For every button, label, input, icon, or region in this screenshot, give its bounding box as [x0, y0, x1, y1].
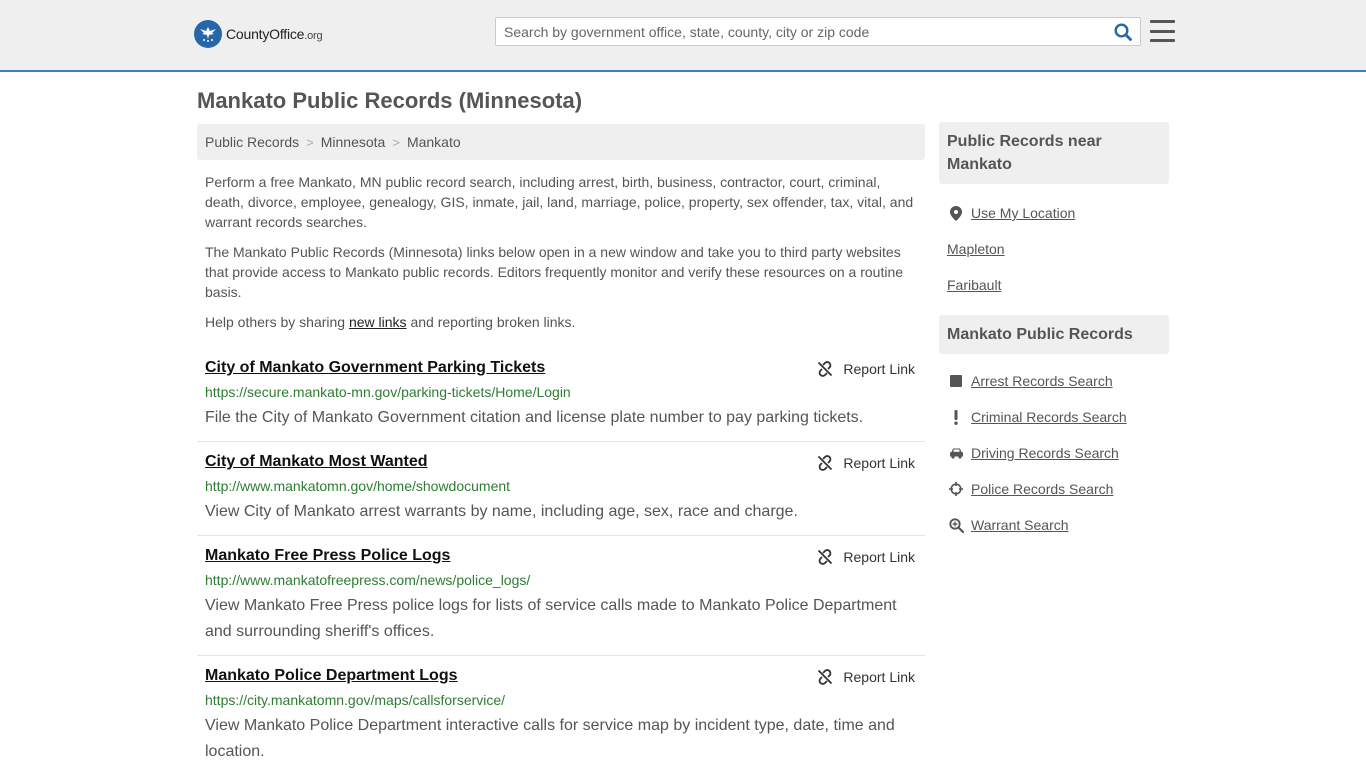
breadcrumb: Public Records > Minnesota > Mankato — [197, 124, 925, 160]
arrest-records-link[interactable]: Arrest Records Search — [971, 373, 1113, 389]
nearby-list: Use My Location Mapleton Faribault — [939, 184, 1169, 315]
sidebar-item-driving: Driving Records Search — [947, 435, 1161, 471]
report-link-label: Report Link — [843, 455, 915, 471]
new-links-link[interactable]: new links — [349, 314, 407, 330]
record-description: View City of Mankato arrest warrants by … — [205, 503, 798, 520]
square-icon — [947, 375, 965, 387]
search-icon — [1114, 22, 1132, 41]
exclamation-icon — [947, 409, 965, 425]
record-url: https://secure.mankato-mn.gov/parking-ti… — [205, 384, 571, 400]
record-description: View Mankato Free Press police logs for … — [205, 597, 897, 640]
logo-text: CountyOffice.org — [226, 26, 323, 42]
report-link-label: Report Link — [843, 669, 915, 685]
search-plus-icon — [947, 517, 965, 533]
sidebar-item-warrant: Warrant Search — [947, 507, 1161, 543]
intro-help-text-end: and reporting broken links. — [406, 314, 576, 330]
site-header: CountyOffice.org — [0, 0, 1366, 72]
nearby-city-item: Faribault — [947, 267, 1161, 303]
report-link-label: Report Link — [843, 361, 915, 377]
search-box — [495, 17, 1141, 46]
intro-paragraph-1: Perform a free Mankato, MN public record… — [205, 174, 914, 230]
logo-tld-text: .org — [304, 30, 323, 42]
sidebar-item-criminal: Criminal Records Search — [947, 399, 1161, 435]
logo-eagle-icon — [194, 20, 222, 48]
report-link-button[interactable]: Report Link — [817, 361, 915, 377]
warrant-search-link[interactable]: Warrant Search — [971, 517, 1069, 533]
driving-records-link[interactable]: Driving Records Search — [971, 445, 1119, 461]
record-title-link[interactable]: City of Mankato Government Parking Ticke… — [205, 359, 545, 377]
criminal-records-link[interactable]: Criminal Records Search — [971, 409, 1127, 425]
site-logo[interactable]: CountyOffice.org — [194, 20, 323, 48]
record-title-link[interactable]: Mankato Police Department Logs — [205, 667, 458, 685]
broken-link-icon — [818, 361, 833, 377]
logo-main-text: CountyOffice — [226, 26, 305, 42]
record-title-link[interactable]: Mankato Free Press Police Logs — [205, 547, 450, 565]
record-url: http://www.mankatofreepress.com/news/pol… — [205, 572, 531, 588]
car-icon — [947, 447, 965, 459]
record-description: View Mankato Police Department interacti… — [205, 717, 895, 760]
search-button[interactable] — [1106, 18, 1140, 45]
page-title: Mankato Public Records (Minnesota) — [197, 88, 583, 113]
sidebar-item-arrest: Arrest Records Search — [947, 363, 1161, 399]
police-records-link[interactable]: Police Records Search — [971, 481, 1113, 497]
breadcrumb-public-records[interactable]: Public Records — [205, 134, 299, 150]
hamburger-menu-icon[interactable] — [1150, 19, 1175, 43]
list-item: Mankato Police Department Logs Report Li… — [197, 656, 925, 775]
intro-help-text: Help others by sharing — [205, 314, 349, 330]
use-location-item: Use My Location — [947, 195, 1161, 231]
intro-paragraph-3: Help others by sharing new links and rep… — [205, 312, 917, 332]
use-my-location-link[interactable]: Use My Location — [971, 205, 1075, 221]
list-item: City of Mankato Government Parking Ticke… — [197, 348, 925, 442]
broken-link-icon — [818, 549, 833, 565]
intro-paragraph-2: The Mankato Public Records (Minnesota) l… — [205, 244, 904, 300]
broken-link-icon — [818, 669, 833, 685]
breadcrumb-separator: > — [392, 134, 400, 150]
breadcrumb-mankato: Mankato — [406, 134, 461, 150]
nearby-city-mapleton-link[interactable]: Mapleton — [947, 241, 1005, 257]
intro-text: Perform a free Mankato, MN public record… — [197, 172, 925, 332]
record-url: https://city.mankatomn.gov/maps/callsfor… — [205, 692, 506, 708]
report-link-button[interactable]: Report Link — [817, 549, 915, 565]
sidebar-item-police: Police Records Search — [947, 471, 1161, 507]
list-item: Mankato Free Press Police Logs Report Li… — [197, 536, 925, 656]
map-marker-icon — [947, 205, 965, 221]
nearby-records-heading: Public Records near Mankato — [939, 122, 1169, 184]
report-link-button[interactable]: Report Link — [817, 669, 915, 685]
report-link-label: Report Link — [843, 549, 915, 565]
breadcrumb-minnesota[interactable]: Minnesota — [321, 134, 386, 150]
record-url: http://www.mankatomn.gov/home/showdocume… — [205, 478, 511, 494]
crosshairs-icon — [947, 482, 965, 496]
nearby-city-item: Mapleton — [947, 231, 1161, 267]
record-list: City of Mankato Government Parking Ticke… — [197, 348, 925, 775]
breadcrumb-separator: > — [306, 134, 314, 150]
list-item: City of Mankato Most Wanted Report Link … — [197, 442, 925, 536]
record-description: File the City of Mankato Government cita… — [205, 409, 864, 426]
local-records-list: Arrest Records Search Criminal Records S… — [939, 354, 1169, 555]
broken-link-icon — [818, 455, 833, 471]
search-input[interactable] — [496, 18, 1106, 45]
local-records-heading: Mankato Public Records — [939, 315, 1169, 354]
main-content: Public Records > Minnesota > Mankato Per… — [197, 124, 925, 775]
sidebar: Public Records near Mankato Use My Locat… — [939, 122, 1169, 555]
nearby-city-faribault-link[interactable]: Faribault — [947, 277, 1001, 293]
record-title-link[interactable]: City of Mankato Most Wanted — [205, 453, 428, 471]
report-link-button[interactable]: Report Link — [817, 455, 915, 471]
